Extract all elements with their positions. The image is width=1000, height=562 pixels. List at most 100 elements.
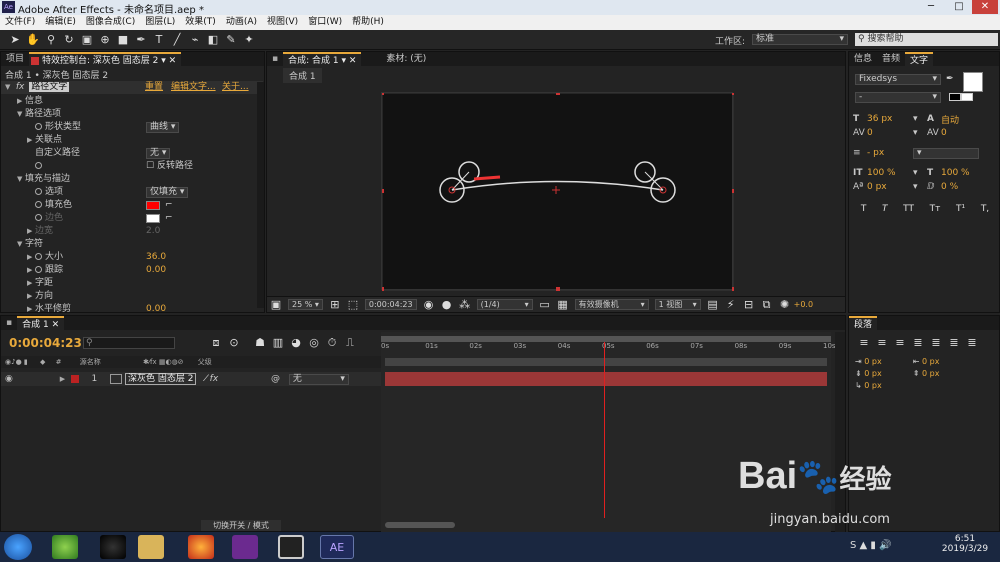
baseline-shift-value[interactable]: 0 px [867,182,913,192]
property-value[interactable]: 36.0 [146,251,166,264]
collapse-icon[interactable]: ▼ [17,108,25,121]
font-style-select[interactable]: - ▾ [855,92,941,103]
timeline-search-input[interactable]: ⚲ [83,337,175,349]
panel-menu-icon[interactable]: ▪ [267,52,283,66]
font-size-value[interactable]: 36 px [867,114,913,124]
property-row[interactable]: ▶ 信息 [1,95,263,108]
property-value[interactable]: 0.00 [146,264,166,277]
layer-duration-bar[interactable] [385,372,827,386]
tab-footage[interactable]: 素材: (无) [381,52,431,66]
align-left-icon[interactable]: ≡ [857,336,871,350]
superscript-button[interactable]: T¹ [956,204,965,214]
eyedropper-icon[interactable]: ✒ [946,74,954,84]
expand-icon[interactable]: ▶ [27,134,35,147]
handle-tc[interactable] [556,93,560,95]
property-row[interactable]: ▶ 跟踪 0.00 [1,264,263,277]
kerning-value[interactable]: 0 [867,128,913,138]
close-icon[interactable]: ✕ [972,0,998,14]
justify-all-icon[interactable]: ≣ [965,336,979,350]
collapse-icon[interactable]: ▼ [17,238,25,251]
horizontal-scale-value[interactable]: 100 % [941,168,970,178]
visibility-icon[interactable]: ◉ [5,374,13,384]
qq-icon[interactable] [100,535,126,559]
layer-row[interactable]: ◉ ▶ 1 深灰色 固态层 2 ⁄ fx @ 无 ▾ [1,372,381,386]
rectangle-tool-icon[interactable]: ■ [116,33,130,47]
layer-fx-switch[interactable]: ⁄ fx [205,374,218,384]
leading-value[interactable]: 自动 [941,113,959,126]
tab-composition[interactable]: 合成: 合成 1 ▾ ✕ [283,52,362,66]
property-select[interactable]: 曲线 ▾ [146,122,180,133]
effect-name[interactable]: 路径文字 [29,82,70,92]
live-update-icon[interactable]: ⧈ [209,336,223,350]
expand-icon[interactable]: ▶ [17,95,25,108]
handle-br[interactable] [732,287,734,291]
all-caps-button[interactable]: TT [903,204,914,214]
property-row[interactable]: ▶ 大小 36.0 [1,251,263,264]
flowchart-icon[interactable]: ⧉ [760,298,774,312]
anchor-point-icon[interactable] [552,186,560,194]
after-effects-taskbar[interactable]: AE [320,535,354,559]
property-value[interactable]: 2.0 [146,225,160,238]
property-row[interactable]: ▶ 字距 [1,277,263,290]
indent-left-value[interactable]: 0 px [864,356,910,368]
mask-toggle-icon[interactable]: ⬚ [346,298,360,312]
graph-editor-icon[interactable]: ⎍ [343,336,357,350]
property-row[interactable]: ▶ 关联点 [1,134,263,147]
menu-layer[interactable]: 图层(L) [145,15,175,30]
browser-360-icon[interactable] [52,535,78,559]
handle-bl[interactable] [382,287,384,291]
tab-audio[interactable]: 音频 [877,52,905,66]
motion-blur-icon[interactable]: ◕ [289,336,303,350]
pen-tool-icon[interactable]: ✒ [134,33,148,47]
reverse-path-checkbox[interactable]: ☐ 反转路径 [146,160,193,173]
stopwatch-icon[interactable] [35,253,42,260]
expand-icon[interactable]: ▶ [27,251,35,264]
tab-timeline[interactable]: 合成 1 ✕ [17,316,65,330]
tab-effect-controls[interactable]: 特效控制台: 深灰色 固态层 2 ▾ ✕ [29,52,182,66]
workspace-select[interactable]: 标准 ▾ [752,34,848,45]
property-row[interactable]: ▶ 边宽 2.0 [1,225,263,238]
handle-tr[interactable] [732,93,734,95]
edit-text-link[interactable]: 编辑文字... [171,81,216,94]
property-row[interactable]: ▼ 字符 [1,238,263,251]
expand-icon[interactable]: ▶ [27,225,35,238]
region-of-interest-icon[interactable]: ▭ [538,298,552,312]
first-line-indent-value[interactable]: 0 px [864,381,881,390]
color-swatch[interactable] [146,214,160,223]
property-row[interactable]: ▼ 路径选项 [1,108,263,121]
black-swatch[interactable] [949,93,961,101]
stopwatch-icon[interactable] [35,188,42,195]
expand-icon[interactable]: ▶ [27,277,35,290]
layer-expand-icon[interactable]: ▶ [60,372,68,386]
property-row[interactable]: 填充色 ⌐ [1,199,263,212]
space-after-value[interactable]: 0 px [922,369,939,378]
source-name-header[interactable]: 源名称 [80,358,101,366]
parent-pick-whip-icon[interactable]: @ [271,374,280,384]
handle-ml[interactable] [382,189,384,193]
tab-paragraph[interactable]: 段落 [849,316,878,330]
resolution-select[interactable]: (1/4) ▾ [476,299,533,310]
camera-select[interactable]: 有效摄像机 ▾ [574,299,649,310]
stopwatch-icon[interactable] [35,162,42,169]
time-graph[interactable]: 0s 01s 02s 03s 04s 05s 06s 07s 08s 09s 10s [381,332,836,532]
expand-icon[interactable]: ▼ [5,81,13,94]
firefox-icon[interactable] [188,535,214,559]
menu-file[interactable]: 文件(F) [5,15,35,30]
menu-window[interactable]: 窗口(W) [308,15,342,30]
media-player-icon[interactable] [232,535,258,559]
stroke-type-select[interactable]: ▾ [913,147,979,159]
stopwatch-icon[interactable] [35,266,42,273]
preview-toggle-icon[interactable]: ▣ [269,298,283,312]
clone-tool-icon[interactable]: ⌁ [188,33,202,47]
draft-3d-icon[interactable]: ⊙ [227,336,241,350]
safe-zones-icon[interactable]: ⊞ [328,298,342,312]
exposure-icon[interactable]: ✺ [778,298,792,312]
channel-icon[interactable]: ⁂ [458,298,472,312]
viewer-canvas[interactable] [381,92,734,291]
menu-view[interactable]: 视图(V) [267,15,298,30]
handle-tl[interactable] [382,93,384,95]
space-before-value[interactable]: 0 px [864,368,910,380]
hand-tool-icon[interactable]: ✋ [26,33,40,47]
vertical-scale-value[interactable]: 100 % [867,168,913,178]
subscript-button[interactable]: T, [981,204,989,214]
